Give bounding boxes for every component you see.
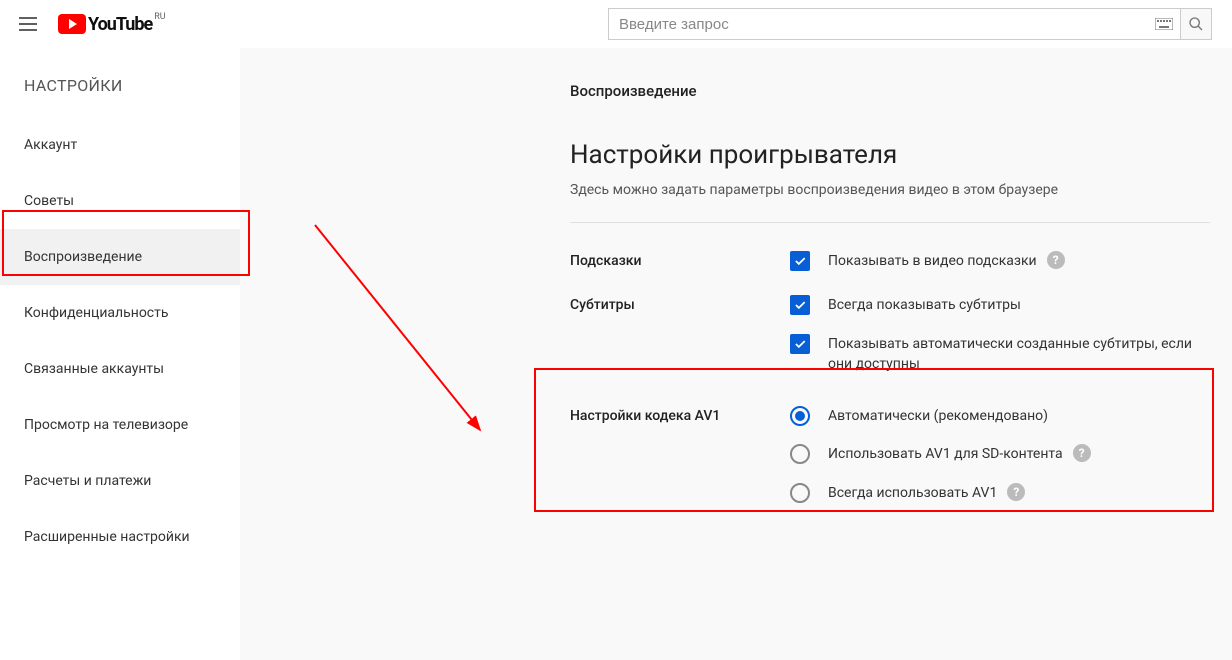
checkbox-show-info-cards[interactable] bbox=[790, 251, 810, 271]
search-input[interactable] bbox=[608, 8, 1148, 40]
sidebar-item-tips[interactable]: Советы bbox=[0, 173, 240, 229]
menu-icon[interactable] bbox=[16, 12, 40, 36]
section-subs-label: Субтитры bbox=[570, 295, 790, 313]
option-av1-auto: Автоматически (рекомендовано) bbox=[828, 406, 1048, 426]
youtube-logo[interactable]: YouTube RU bbox=[58, 14, 166, 35]
section-hints-label: Подсказки bbox=[570, 251, 790, 269]
breadcrumb: Воспроизведение bbox=[570, 82, 1232, 100]
logo-text: YouTube bbox=[88, 14, 152, 35]
page-title: Настройки проигрывателя bbox=[570, 140, 1232, 170]
sidebar-title: НАСТРОЙКИ bbox=[0, 66, 240, 117]
option-av1-sd: Использовать AV1 для SD-контента bbox=[828, 444, 1063, 464]
radio-av1-sd[interactable] bbox=[790, 444, 810, 464]
settings-sidebar: НАСТРОЙКИ Аккаунт Советы Воспроизведение… bbox=[0, 48, 240, 660]
option-always-show-subs: Всегда показывать субтитры bbox=[828, 295, 1021, 315]
checkbox-auto-subs[interactable] bbox=[790, 334, 810, 354]
help-icon[interactable]: ? bbox=[1073, 444, 1091, 462]
keyboard-icon[interactable] bbox=[1148, 8, 1180, 40]
option-auto-subs: Показывать автоматически созданные субти… bbox=[828, 334, 1210, 375]
checkbox-always-show-subs[interactable] bbox=[790, 295, 810, 315]
page-subtitle: Здесь можно задать параметры воспроизвед… bbox=[570, 182, 1232, 198]
divider bbox=[570, 222, 1210, 223]
radio-av1-auto[interactable] bbox=[790, 406, 810, 426]
logo-region: RU bbox=[154, 12, 165, 22]
sidebar-item-playback[interactable]: Воспроизведение bbox=[0, 229, 240, 285]
option-av1-always: Всегда использовать AV1 bbox=[828, 483, 997, 503]
section-av1-label: Настройки кодека AV1 bbox=[570, 406, 790, 424]
sidebar-item-tv[interactable]: Просмотр на телевизоре bbox=[0, 397, 240, 453]
search-button[interactable] bbox=[1180, 8, 1212, 40]
help-icon[interactable]: ? bbox=[1047, 251, 1065, 269]
sidebar-item-linked-accounts[interactable]: Связанные аккаунты bbox=[0, 341, 240, 397]
sidebar-item-billing[interactable]: Расчеты и платежи bbox=[0, 453, 240, 509]
radio-av1-always[interactable] bbox=[790, 483, 810, 503]
sidebar-item-privacy[interactable]: Конфиденциальность bbox=[0, 285, 240, 341]
sidebar-item-account[interactable]: Аккаунт bbox=[0, 117, 240, 173]
option-show-info-cards: Показывать в видео подсказки bbox=[828, 251, 1037, 271]
sidebar-item-advanced[interactable]: Расширенные настройки bbox=[0, 509, 240, 565]
help-icon[interactable]: ? bbox=[1007, 483, 1025, 501]
